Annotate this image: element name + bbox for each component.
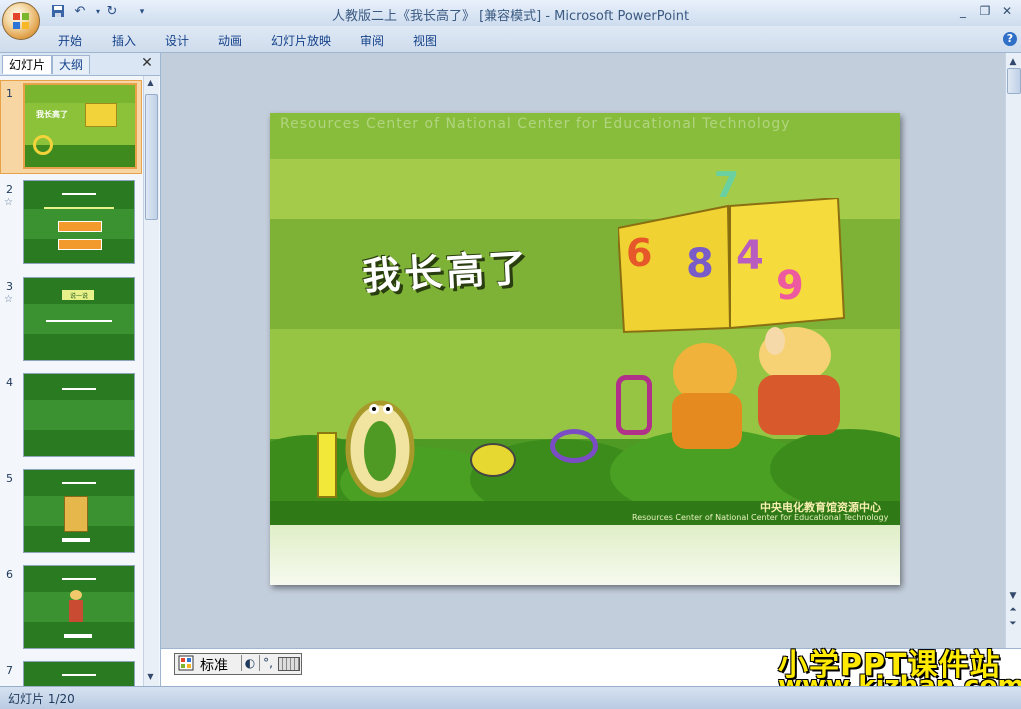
number-character xyxy=(616,375,652,435)
tab-outline[interactable]: 大纲 xyxy=(52,55,91,74)
next-slide-icon[interactable]: ⏷ xyxy=(1007,618,1019,630)
close-button[interactable]: ✕ xyxy=(996,3,1018,19)
number-ten-graphic xyxy=(317,400,415,498)
thumbnail-number: 5 xyxy=(6,472,13,485)
slide-thumbnail-3[interactable]: 说一说 xyxy=(23,277,135,361)
animation-star-icon: ☆ xyxy=(4,294,13,305)
tab-home[interactable]: 开始 xyxy=(58,32,82,48)
slide-counter: 幻灯片 1/20 xyxy=(8,692,75,706)
ime-logo-icon[interactable] xyxy=(178,655,194,671)
animation-star-icon: ☆ xyxy=(4,197,13,208)
thumbnail-number: 6 xyxy=(6,568,13,581)
soft-keyboard-icon[interactable] xyxy=(278,657,300,671)
office-logo-icon xyxy=(13,13,29,29)
scroll-up-icon[interactable]: ▲ xyxy=(1007,56,1019,68)
slide-title: 我长高了 xyxy=(361,244,532,299)
children-graphic xyxy=(672,327,840,449)
thumbnail-number: 4 xyxy=(6,376,13,389)
ime-mode-label[interactable]: 标准 xyxy=(200,655,228,675)
tab-slides[interactable]: 幻灯片 xyxy=(2,55,53,74)
number-zero-character xyxy=(550,429,598,463)
thumbnail-number: 3 xyxy=(6,280,13,293)
tab-design[interactable]: 设计 xyxy=(165,32,189,48)
thumbnail-number: 2 xyxy=(6,183,13,196)
slide-thumbnail-1[interactable]: 我长高了 xyxy=(23,83,137,169)
slide-thumbnail-7[interactable] xyxy=(23,661,135,687)
bee-character xyxy=(470,443,516,477)
help-icon[interactable]: ? xyxy=(1003,32,1017,46)
slide-thumbnail-4[interactable] xyxy=(23,373,135,457)
scrollbar-thumb[interactable] xyxy=(145,94,158,220)
restore-button[interactable]: ❐ xyxy=(974,3,996,19)
tab-review[interactable]: 审阅 xyxy=(360,32,384,48)
tab-insert[interactable]: 插入 xyxy=(112,32,136,48)
slide-scrollbar[interactable] xyxy=(1005,53,1021,648)
number-character: 6 xyxy=(626,231,653,275)
window-title: 人教版二上《我长高了》 [兼容模式] - Microsoft PowerPoin… xyxy=(331,9,690,24)
tab-slideshow[interactable]: 幻灯片放映 xyxy=(271,32,331,48)
ribbon-tab-bar xyxy=(0,26,1021,53)
half-width-moon-icon[interactable]: ◐ xyxy=(241,655,258,671)
scroll-up-icon[interactable]: ▲ xyxy=(145,78,156,88)
minimize-button[interactable]: _ xyxy=(952,3,974,19)
pane-close-icon[interactable]: ✕ xyxy=(140,56,154,70)
number-character: 7 xyxy=(714,165,740,206)
scroll-down-icon[interactable]: ▼ xyxy=(145,672,156,682)
current-slide[interactable]: Resources Center of National Center for … xyxy=(270,113,900,585)
number-character: 4 xyxy=(736,233,764,279)
slide-watermark-text: Resources Center of National Center for … xyxy=(280,116,791,132)
thumbnail-number: 7 xyxy=(6,664,13,677)
status-bar xyxy=(0,686,1021,709)
scroll-down-icon[interactable]: ▼ xyxy=(1007,590,1019,602)
office-button[interactable] xyxy=(2,2,40,40)
number-character: 8 xyxy=(686,241,714,287)
previous-slide-icon[interactable]: ⏶ xyxy=(1007,604,1019,616)
slide-thumbnail-6[interactable] xyxy=(23,565,135,649)
tab-view[interactable]: 视图 xyxy=(413,32,437,48)
slide-thumbnail-2[interactable] xyxy=(23,180,135,264)
scrollbar-thumb[interactable] xyxy=(1007,68,1021,94)
slide-credit-en: Resources Center of National Center for … xyxy=(632,513,889,522)
thumbnail-number: 1 xyxy=(6,87,13,100)
punctuation-icon[interactable]: °, xyxy=(259,655,276,671)
tab-animations[interactable]: 动画 xyxy=(218,32,242,48)
slide-thumbnail-5[interactable] xyxy=(23,469,135,553)
thumbnail-title: 说一说 xyxy=(69,293,88,300)
number-character: 9 xyxy=(776,263,804,309)
